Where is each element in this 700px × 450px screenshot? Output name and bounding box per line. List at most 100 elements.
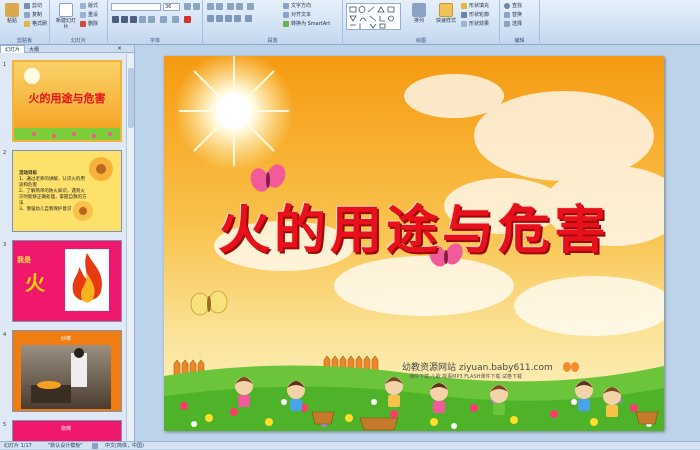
slide-thumbnail-1[interactable]: 火的用途与危害: [12, 60, 122, 142]
slide-thumbnail-2[interactable]: 活动目标 1、通过老师的讲解，认识火的用途和危害 2、了解简单的防火知识，遇到火…: [12, 150, 122, 232]
columns-icon[interactable]: [245, 15, 252, 22]
smartart-icon: [283, 20, 289, 27]
panel-tabs: 幻灯片 大纲 ×: [0, 45, 134, 53]
format-painter-button[interactable]: 格式刷: [24, 20, 47, 28]
layout-icon: [80, 2, 86, 9]
slides-panel: 幻灯片 大纲 × 1 火的用途与危害 2 活动目标 1、通过老师的讲解，认识火的用…: [0, 45, 135, 441]
change-case-icon[interactable]: [172, 16, 179, 23]
shape-outline-button[interactable]: 形状轮廓: [461, 11, 489, 19]
align-text-icon: [283, 11, 289, 18]
replace-icon: [504, 11, 510, 18]
slide-thumbnail-4[interactable]: 炒菜: [12, 330, 122, 412]
text-direction-icon: [283, 2, 289, 9]
status-bar: 幻灯片 1/17 "默认设计模板" 中文(简体，中国): [0, 441, 700, 449]
pen-icon: [461, 11, 467, 18]
thumb-5-title: 烧烤: [60, 426, 71, 432]
justify-icon[interactable]: [234, 15, 241, 22]
paragraph-label: 段落: [267, 38, 278, 44]
align-left-icon[interactable]: [207, 15, 214, 22]
layout-button[interactable]: 版式: [80, 2, 98, 10]
align-text-button[interactable]: 对齐文本: [283, 11, 311, 19]
clipboard-label: 剪贴板: [16, 38, 32, 44]
thumb-number: 4: [3, 332, 7, 338]
shadow-icon[interactable]: [148, 16, 155, 23]
ribbon: 粘贴 剪切 复制 格式刷 剪贴板 新建幻灯片 版式 重设 删除 幻灯片 36 字…: [0, 0, 700, 45]
watermark-text: 幼教资源网站 ziyuan.baby611.com: [402, 363, 553, 373]
copy-button[interactable]: 复制: [24, 11, 42, 19]
arrange-icon: [412, 3, 426, 17]
fill-bucket-icon: [461, 2, 467, 9]
delete-icon: [80, 20, 86, 27]
cut-button[interactable]: 剪切: [24, 2, 42, 10]
thumb-2-line: 2、了解简单的防火知识，遇到火灾时能够正确处理，掌握自救的方法: [19, 189, 87, 206]
bold-icon[interactable]: [112, 16, 119, 23]
reset-button[interactable]: 重设: [80, 11, 98, 19]
shape-fill-button[interactable]: 形状填充: [461, 2, 489, 10]
quick-styles-button[interactable]: 快速样式: [435, 3, 457, 33]
sun-icon: [174, 56, 294, 171]
bullets-icon[interactable]: [207, 3, 214, 10]
tab-outline[interactable]: 大纲: [25, 46, 43, 54]
shapes-icon: [349, 6, 395, 29]
font-size-combo[interactable]: 36: [163, 3, 180, 11]
underline-icon[interactable]: [130, 16, 137, 23]
font-name-combo[interactable]: [111, 3, 161, 11]
slide-thumbnail-5[interactable]: 烧烤: [12, 420, 122, 441]
thumb-3-image: [65, 249, 109, 311]
editing-group: 查找 替换 选择 编辑: [500, 0, 540, 45]
align-right-icon[interactable]: [225, 15, 232, 22]
text-direction-button[interactable]: 文字方向: [283, 2, 311, 10]
thumb-3-title: 我是: [17, 256, 31, 264]
flame-icon: [72, 253, 102, 303]
thumb-number: 5: [3, 422, 7, 428]
close-icon[interactable]: ×: [117, 45, 122, 53]
select-button[interactable]: 选择: [504, 20, 522, 28]
quick-styles-icon: [439, 3, 453, 17]
shape-effects-button[interactable]: 形状效果: [461, 20, 489, 28]
thumb-number: 3: [3, 242, 7, 248]
font-group: 36 字体: [108, 0, 203, 45]
thumb-number: 1: [3, 62, 7, 68]
arrange-button[interactable]: 排列: [409, 3, 429, 33]
select-arrow-icon: [504, 20, 510, 27]
font-color-icon[interactable]: [184, 16, 191, 23]
thumb-4-photo: [21, 345, 111, 409]
panel-scrollbar[interactable]: [126, 54, 134, 441]
line-spacing-icon[interactable]: [247, 3, 254, 10]
copy-icon: [24, 11, 30, 18]
binoculars-icon: [504, 2, 510, 9]
spellcheck-icon[interactable]: [92, 443, 98, 449]
shapes-gallery[interactable]: [346, 3, 401, 30]
new-slide-button[interactable]: 新建幻灯片: [54, 3, 78, 33]
smartart-button[interactable]: 转换为 SmartArt: [283, 20, 330, 28]
slides-group: 新建幻灯片 版式 重设 删除 幻灯片: [50, 0, 108, 45]
slide-title[interactable]: 火的用途与危害: [164, 188, 664, 263]
thumb-3-big-char: 火: [25, 271, 45, 295]
thumb-number: 2: [3, 150, 7, 156]
find-button[interactable]: 查找: [504, 2, 522, 10]
thumb-2-content: 活动目标 1、通过老师的讲解，认识火的用途和危害 2、了解简单的防火知识，遇到火…: [19, 171, 89, 213]
replace-button[interactable]: 替换: [504, 11, 522, 19]
current-slide[interactable]: 火的用途与危害 幼教资源网站 ziyuan.baby611.com 课件下载 儿…: [164, 56, 664, 431]
thumb-4-title: 炒菜: [60, 336, 71, 342]
align-center-icon[interactable]: [216, 15, 223, 22]
thumb-2-line: 3、增强幼儿自我保护意识: [19, 207, 72, 212]
increase-indent-icon[interactable]: [236, 3, 243, 10]
decrease-indent-icon[interactable]: [227, 3, 234, 10]
scrollbar-thumb[interactable]: [128, 68, 134, 128]
delete-button[interactable]: 删除: [80, 20, 98, 28]
tab-slides[interactable]: 幻灯片: [0, 45, 26, 53]
italic-icon[interactable]: [121, 16, 128, 23]
grow-font-icon[interactable]: [184, 3, 191, 10]
strikethrough-icon[interactable]: [139, 16, 146, 23]
paste-button[interactable]: 粘贴: [2, 3, 22, 33]
slide-thumbnail-3[interactable]: 我是 火: [12, 240, 122, 322]
thumb-1-title: 火的用途与危害: [28, 92, 106, 105]
reset-icon: [80, 11, 86, 18]
char-spacing-icon[interactable]: [160, 16, 167, 23]
numbering-icon[interactable]: [216, 3, 223, 10]
editing-label: 编辑: [514, 38, 525, 44]
drawing-label: 绘图: [415, 38, 426, 44]
shrink-font-icon[interactable]: [193, 3, 200, 10]
slides-label: 幻灯片: [70, 38, 86, 44]
